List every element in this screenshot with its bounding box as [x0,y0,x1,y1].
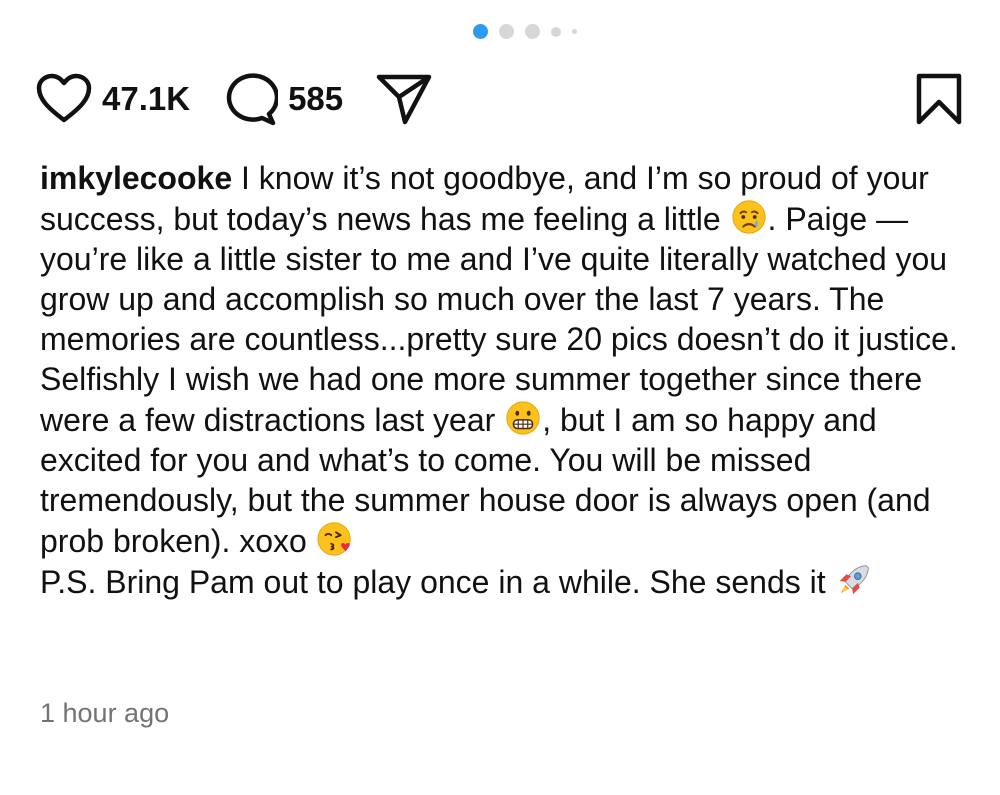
paper-plane-icon[interactable] [375,72,433,126]
carousel-dot [551,26,561,37]
caption-ps: P.S. Bring Pam out to play once in a whi… [40,561,970,602]
grimacing-face-emoji [504,399,542,437]
carousel-dot [499,24,514,39]
like-button[interactable]: 47.1K [36,73,190,125]
crying-face-emoji [730,198,768,236]
share-button[interactable] [375,72,433,126]
face-blowing-kiss-emoji [316,520,354,558]
carousel-dot [525,24,540,39]
comment-button[interactable]: 585 [222,71,343,127]
heart-icon[interactable] [36,73,92,125]
comment-count: 585 [288,80,344,117]
rocket-emoji [835,561,873,599]
caption-text: imkylecooke I know it’s not goodbye, and… [40,158,970,561]
carousel-dot [572,29,577,34]
post-caption: imkylecooke I know it’s not goodbye, and… [40,158,970,602]
caption-ps-text: P.S. Bring Pam out to play once in a whi… [40,564,835,600]
carousel-indicator [0,24,1000,39]
carousel-dot-active [473,24,488,39]
post-action-bar: 47.1K 585 [36,70,964,128]
like-count: 47.1K [102,80,191,117]
save-button[interactable] [914,72,964,126]
caption-username[interactable]: imkylecooke [40,160,232,196]
comment-bubble-icon[interactable] [222,71,279,127]
post-timestamp: 1 hour ago [40,698,170,728]
bookmark-icon[interactable] [914,72,964,126]
